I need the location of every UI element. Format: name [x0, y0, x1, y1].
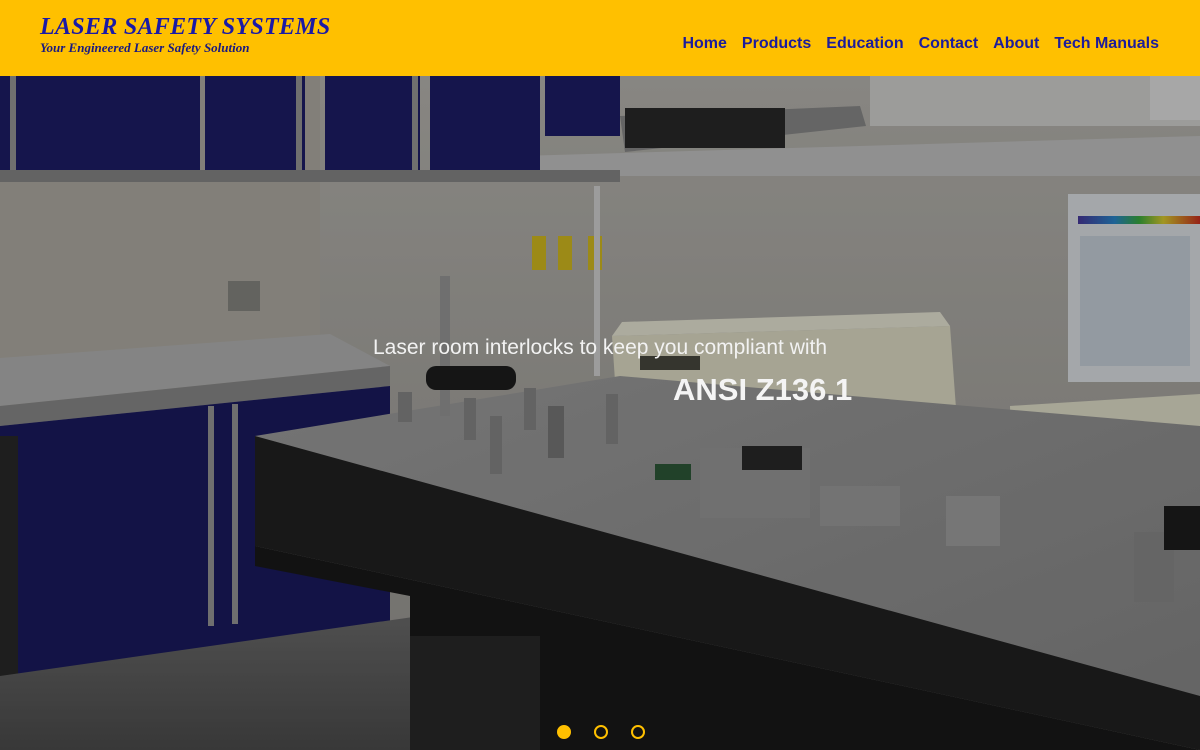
site-header: LASER SAFETY SYSTEMS Your Engineered Las…	[0, 0, 1200, 76]
hero-title: ANSI Z136.1	[673, 372, 853, 407]
nav-contact-link[interactable]: Contact	[919, 34, 979, 54]
slider-pagination	[557, 725, 645, 739]
nav-tech-manuals-link[interactable]: Tech Manuals	[1054, 34, 1159, 54]
slide-dot-2[interactable]	[594, 725, 608, 739]
nav-products-link[interactable]: Products	[742, 34, 811, 54]
nav-about-link[interactable]: About	[993, 34, 1039, 54]
hero-slider: Laser room interlocks to keep you compli…	[0, 76, 1200, 750]
slide-dot-1[interactable]	[557, 725, 571, 739]
brand[interactable]: LASER SAFETY SYSTEMS Your Engineered Las…	[40, 14, 331, 56]
main-nav: Home Products Education Contact About Te…	[682, 34, 1159, 54]
nav-home-link[interactable]: Home	[682, 34, 726, 54]
brand-title[interactable]: LASER SAFETY SYSTEMS	[40, 14, 331, 40]
hero-subtitle: Laser room interlocks to keep you compli…	[373, 336, 828, 359]
nav-education-link[interactable]: Education	[826, 34, 903, 54]
slide-dot-3[interactable]	[631, 725, 645, 739]
hero-overlay	[0, 76, 1200, 750]
brand-tagline: Your Engineered Laser Safety Solution	[40, 40, 250, 55]
